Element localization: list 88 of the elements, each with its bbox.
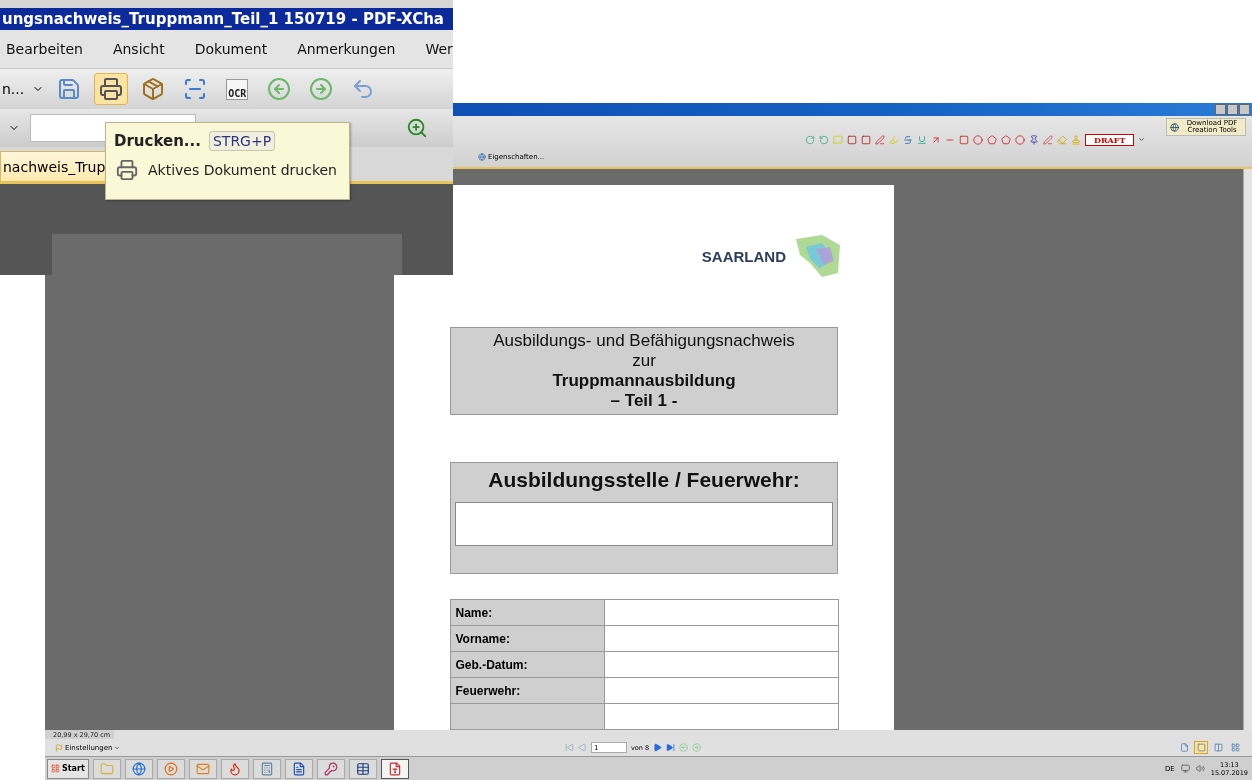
form-value-cell[interactable] bbox=[604, 678, 839, 704]
mail-icon bbox=[195, 761, 210, 776]
title-line: – Teil 1 - bbox=[610, 391, 678, 411]
arrow-icon[interactable] bbox=[931, 134, 941, 145]
close-button[interactable] bbox=[1239, 104, 1250, 115]
flag-icon bbox=[55, 743, 63, 752]
printer-icon bbox=[116, 159, 138, 181]
table-icon bbox=[355, 761, 370, 776]
continuous-page-icon bbox=[1196, 743, 1206, 752]
zoom-dropdown[interactable]: n... bbox=[2, 81, 45, 97]
folder-icon bbox=[99, 761, 114, 776]
menu-item[interactable]: Wer bbox=[425, 41, 453, 57]
last-page-icon[interactable] bbox=[666, 743, 676, 752]
stamp-icon[interactable] bbox=[1071, 134, 1081, 145]
arrow-right-icon bbox=[309, 77, 334, 101]
toolbar-button[interactable] bbox=[94, 73, 129, 105]
rotate-icon[interactable] bbox=[805, 134, 815, 145]
ocr-button[interactable]: OCR bbox=[220, 73, 255, 105]
taskbar-app-button[interactable] bbox=[284, 758, 313, 779]
two-page-icon bbox=[1213, 743, 1223, 752]
zoom-in-icon[interactable] bbox=[406, 117, 428, 139]
form-value-cell[interactable] bbox=[604, 652, 839, 678]
globe-icon bbox=[1170, 122, 1179, 132]
rectangle-icon[interactable] bbox=[959, 134, 969, 145]
form-label-cell: Name: bbox=[450, 600, 605, 626]
play-icon bbox=[163, 761, 178, 776]
taskbar-app-button[interactable] bbox=[348, 758, 377, 779]
globe-icon bbox=[131, 761, 146, 776]
view-mode-button[interactable] bbox=[1228, 741, 1242, 754]
pdf-file-icon bbox=[387, 761, 402, 776]
window-title: ungsnachweis_Truppmann_Teil_1 150719 - PDF-XCha bbox=[0, 8, 453, 30]
view-mode-button[interactable] bbox=[1211, 741, 1225, 754]
taskbar-app-button[interactable] bbox=[380, 758, 409, 779]
title-line: Ausbildungs- und Befähigungsnachweis bbox=[493, 331, 795, 351]
form-value-cell[interactable] bbox=[604, 704, 839, 730]
previous-page-icon[interactable] bbox=[578, 743, 587, 752]
polygon-icon[interactable] bbox=[1001, 134, 1011, 145]
scanner-icon bbox=[183, 77, 208, 101]
rotate-icon[interactable] bbox=[819, 134, 829, 145]
printer-icon bbox=[99, 77, 124, 101]
package-icon bbox=[141, 77, 166, 101]
pin-icon[interactable] bbox=[1029, 134, 1039, 145]
polygon-icon[interactable] bbox=[987, 134, 997, 145]
next-page-icon[interactable] bbox=[653, 743, 663, 752]
caret-icon bbox=[114, 744, 121, 751]
eraser-icon[interactable] bbox=[1057, 134, 1067, 145]
grid-icon bbox=[1230, 743, 1240, 752]
arrow-left-icon bbox=[267, 77, 292, 101]
menu-item[interactable]: Bearbeiten bbox=[6, 41, 83, 57]
minimize-button[interactable] bbox=[1215, 104, 1226, 115]
shortcut-key: STRG+P bbox=[208, 131, 276, 151]
flame-icon bbox=[227, 761, 242, 776]
title-line: Truppmannausbildung bbox=[552, 371, 736, 391]
form-label-cell: Vorname: bbox=[450, 626, 605, 652]
first-page-icon[interactable] bbox=[565, 743, 574, 752]
menu-item[interactable]: Anmerkungen bbox=[297, 41, 396, 57]
vertical-scrollbar[interactable] bbox=[1243, 169, 1252, 730]
form-label-cell: Feuerwehr: bbox=[450, 678, 605, 704]
calculator-icon bbox=[259, 761, 274, 776]
key-icon bbox=[323, 761, 338, 776]
station-input-field[interactable] bbox=[455, 502, 833, 546]
form-label-cell: Geb.-Datum: bbox=[450, 652, 605, 678]
strikethrough-icon[interactable] bbox=[903, 134, 913, 145]
view-mode-button[interactable] bbox=[1194, 741, 1208, 754]
underline-icon[interactable] bbox=[917, 134, 927, 145]
taskbar-app-button[interactable] bbox=[220, 758, 249, 779]
draft-stamp-button[interactable]: DRAFT bbox=[1085, 133, 1135, 146]
menu-item[interactable]: Ansicht bbox=[112, 41, 165, 57]
title-line: zur bbox=[632, 351, 656, 371]
maximize-button[interactable] bbox=[1227, 104, 1238, 115]
menu-item[interactable]: Dokument bbox=[194, 41, 268, 57]
taskbar-app-button[interactable] bbox=[316, 758, 345, 779]
tooltip-title: Drucken... bbox=[114, 132, 201, 150]
document-icon bbox=[291, 761, 306, 776]
caret-icon[interactable] bbox=[1138, 136, 1146, 143]
save-icon bbox=[57, 77, 82, 101]
station-heading: Ausbildungsstelle / Feuerwehr: bbox=[488, 468, 800, 492]
pencil-icon[interactable] bbox=[1043, 134, 1053, 145]
logo-text: SAARLAND bbox=[701, 247, 786, 265]
taskbar-app-button[interactable] bbox=[124, 758, 153, 779]
start-button[interactable]: Start bbox=[47, 758, 89, 779]
ellipse-icon[interactable] bbox=[973, 134, 983, 145]
globe-icon bbox=[478, 152, 486, 161]
page-icon bbox=[1179, 743, 1189, 752]
form-value-cell[interactable] bbox=[604, 600, 839, 626]
network-icon[interactable] bbox=[1180, 764, 1190, 773]
volume-icon[interactable] bbox=[1195, 764, 1205, 773]
form-value-cell[interactable] bbox=[604, 626, 839, 652]
